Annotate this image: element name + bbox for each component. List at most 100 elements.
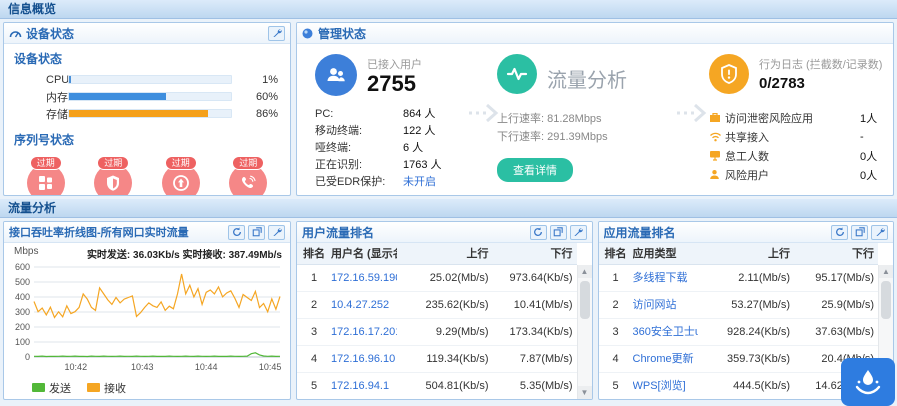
memory-meter-track <box>68 92 232 101</box>
user-traffic-ranking-panel: 用户流量排名 排名 用户名 (显示名) 上行 下行 1172.16.59.190… <box>296 221 593 400</box>
cpu-value: 1% <box>232 74 278 86</box>
svg-text:600: 600 <box>15 262 30 272</box>
floating-assistant-logo[interactable] <box>841 358 895 406</box>
row-name-link[interactable]: 多线程下载 <box>633 265 699 291</box>
realtime-rates: 实时发送: 36.03Kb/s 实时接收: 387.49Mb/s <box>38 246 282 261</box>
storage-meter-track <box>68 109 232 118</box>
row-cell: 3 <box>599 319 633 345</box>
row-cell: 7.87(Mb/s) <box>489 346 577 372</box>
row-name-link[interactable]: Chrome更新 <box>633 346 699 372</box>
row-name-link[interactable]: 10.4.27.252 <box>331 292 397 318</box>
overview-section-bar: 信息概览 <box>0 0 897 19</box>
row-name-link[interactable]: 访问网站 <box>633 292 699 318</box>
scroll-thumb[interactable] <box>881 281 891 319</box>
behavior-log-block: 行为日志 (拦截数/记录数) 0/2783 访问泄密风险应用 1人 共享接入 - <box>709 54 894 184</box>
row-cell: 10.41(Mb/s) <box>489 292 577 318</box>
user-table-title: 用户流量排名 <box>302 224 527 241</box>
user-table-scrollbar[interactable]: ▲ ▼ <box>577 265 592 399</box>
edr-not-enabled-link[interactable]: 未开启 <box>403 174 436 191</box>
col-apptype[interactable]: 应用类型 <box>633 243 699 264</box>
popout-button[interactable] <box>851 225 868 240</box>
row-name-link[interactable]: 172.16.59.190 <box>331 265 397 291</box>
row-name-link[interactable]: 172.16.96.10 <box>331 346 397 372</box>
scroll-up-arrow[interactable]: ▲ <box>879 265 893 278</box>
cpu-label: CPU <box>4 74 68 86</box>
col-rank[interactable]: 排名 <box>599 243 633 264</box>
table-row: 3360安全卫士update928.24(Kb/s)37.63(Mb/s) <box>599 319 879 346</box>
behavior-item-idle-workers: 怠工人数 0人 <box>709 146 894 165</box>
serial-status-subtitle: 序列号状态 <box>4 122 290 152</box>
cpu-meter: CPU 1% <box>4 71 290 88</box>
col-username[interactable]: 用户名 (显示名) <box>331 243 397 264</box>
table-row: 5172.16.94.1504.81(Kb/s)5.35(Mb/s) <box>297 373 577 399</box>
table-row: 3172.16.17.2019.29(Mb/s)173.34(Kb/s) <box>297 319 577 346</box>
serial-item-rulebase[interactable]: 过期 规则库升级 <box>14 154 78 196</box>
management-status-panel: 管理状态 已接入用户 2755 PC:864 人 移动终端:122 人 哑 <box>296 22 894 196</box>
traffic-analysis-title: 流量分析 <box>547 54 627 93</box>
table-row: 5WPS[浏览]444.5(Kb/s)14.62(Mb/s) <box>599 373 879 399</box>
col-downlink[interactable]: 下行 <box>489 243 577 264</box>
gauge-icon <box>9 28 22 39</box>
row-name-link[interactable]: 172.16.17.201 <box>331 319 397 345</box>
y-axis-unit: Mbps <box>14 246 38 261</box>
cpu-meter-track <box>68 75 232 84</box>
col-rank[interactable]: 排名 <box>297 243 331 264</box>
legend-receive: 接收 <box>87 380 126 396</box>
table-row: 2访问网站53.27(Mb/s)25.9(Mb/s) <box>599 292 879 319</box>
serial-item-software[interactable]: 过期 软件升级 <box>149 154 213 196</box>
traffic-analysis-block: 流量分析 上行速率: 81.28Mbps 下行速率: 291.39Mbps 查看… <box>497 54 677 182</box>
alert-shield-icon <box>709 54 749 94</box>
share-wifi-icon <box>709 131 725 142</box>
serial-item-security[interactable]: 过期 上网安全 <box>81 154 145 196</box>
stat-pc: PC:864 人 <box>315 106 490 123</box>
row-name-link[interactable]: 172.16.94.1 <box>331 373 397 399</box>
settings-wrench-button[interactable] <box>871 225 888 240</box>
status-dot-icon <box>302 28 313 39</box>
uplink-rate: 上行速率: 81.28Mbps <box>497 110 677 128</box>
refresh-button[interactable] <box>530 225 547 240</box>
svg-text:10:44: 10:44 <box>195 362 218 372</box>
row-cell: 5.35(Mb/s) <box>489 373 577 399</box>
settings-wrench-button[interactable] <box>268 26 285 41</box>
stat-dumb-terminal: 哑终端:6 人 <box>315 140 490 157</box>
scroll-up-arrow[interactable]: ▲ <box>578 265 592 278</box>
expired-badge: 过期 <box>232 156 264 170</box>
row-cell: 2.11(Mb/s) <box>698 265 790 291</box>
behavior-item-shared-access: 共享接入 - <box>709 127 894 146</box>
settings-wrench-button[interactable] <box>570 225 587 240</box>
expired-badge: 过期 <box>30 156 62 170</box>
expired-badge: 过期 <box>165 156 197 170</box>
refresh-button[interactable] <box>228 225 245 240</box>
col-uplink[interactable]: 上行 <box>397 243 489 264</box>
refresh-button[interactable] <box>831 225 848 240</box>
row-cell: 25.02(Mb/s) <box>397 265 489 291</box>
table-row: 1多线程下载2.11(Mb/s)95.17(Mb/s) <box>599 265 879 292</box>
storage-value: 86% <box>232 108 278 120</box>
popout-button[interactable] <box>248 225 265 240</box>
throughput-chart-panel: 接口吞吐率折线图-所有网口实时流量 Mbps 实时发送: 36.03Kb/s 实… <box>3 221 291 400</box>
serial-item-support[interactable]: 过期 技术支持服务 <box>216 154 280 196</box>
col-uplink[interactable]: 上行 <box>698 243 790 264</box>
row-cell: 119.34(Kb/s) <box>397 346 489 372</box>
risk-user-icon <box>709 169 725 180</box>
table-row: 1172.16.59.19025.02(Mb/s)973.64(Kb/s) <box>297 265 577 292</box>
row-name-link[interactable]: WPS[浏览] <box>633 373 699 399</box>
device-panel-title: 设备状态 <box>26 25 265 42</box>
stat-mobile: 移动终端:122 人 <box>315 123 490 140</box>
view-details-button[interactable]: 查看详情 <box>497 158 573 182</box>
traffic-section-bar: 流量分析 <box>0 199 897 218</box>
settings-wrench-button[interactable] <box>268 225 285 240</box>
behavior-item-risk-users: 风险用户 0人 <box>709 165 894 184</box>
col-downlink[interactable]: 下行 <box>790 243 878 264</box>
row-cell: 1 <box>599 265 633 291</box>
expired-badge: 过期 <box>97 156 129 170</box>
scroll-down-arrow[interactable]: ▼ <box>578 386 592 399</box>
row-cell: 37.63(Mb/s) <box>790 319 878 345</box>
table-row: 4Chrome更新359.73(Kb/s)20.4(Mb/s) <box>599 346 879 373</box>
scroll-thumb[interactable] <box>580 281 590 319</box>
popout-button[interactable] <box>550 225 567 240</box>
row-cell: 4 <box>599 346 633 372</box>
table-row: 210.4.27.252235.62(Kb/s)10.41(Mb/s) <box>297 292 577 319</box>
idle-monitor-icon <box>709 150 725 161</box>
row-name-link[interactable]: 360安全卫士update <box>633 319 699 345</box>
